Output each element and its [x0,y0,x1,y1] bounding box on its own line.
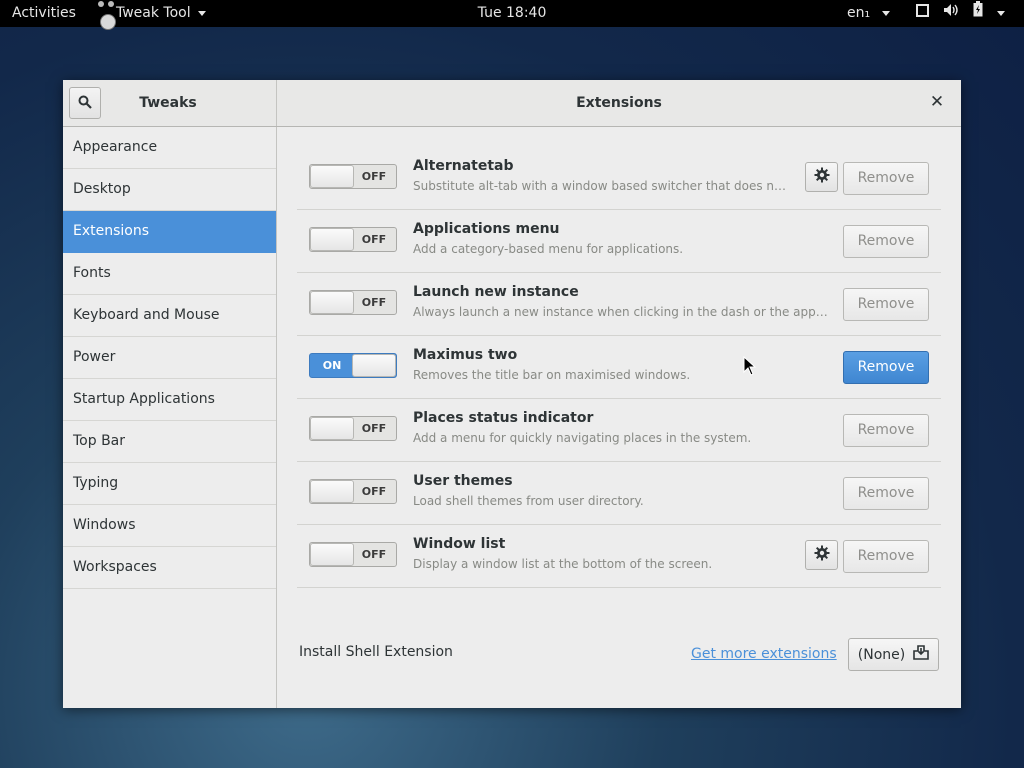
extension-row: OFF Places status indicator Add a menu f… [297,399,941,462]
install-extension-row: Install Shell Extension Get more extensi… [299,634,941,676]
toggle-state-label: OFF [361,548,387,561]
gear-icon [814,545,830,565]
remove-button[interactable]: Remove [843,414,929,447]
extension-description: Substitute alt-tab with a window based s… [413,179,793,193]
gear-icon [814,167,830,187]
extension-name: Launch new instance [413,284,579,300]
extension-description: Display a window list at the bottom of t… [413,557,713,571]
page-title: Extensions [576,95,662,111]
extension-description: Add a menu for quickly navigating places… [413,431,752,445]
battery-icon [973,0,983,27]
search-button[interactable] [69,87,101,119]
toggle-state-label: OFF [361,170,387,183]
sidebar-item-windows[interactable]: Windows [63,505,276,547]
extension-row: OFF Launch new instance Always launch a … [297,273,941,336]
chevron-down-icon [881,10,890,16]
extension-settings-button[interactable] [805,162,838,192]
extension-name: Window list [413,536,506,552]
document-open-icon [913,645,930,664]
toggle-state-label: OFF [361,422,387,435]
sidebar-item-typing[interactable]: Typing [63,463,276,505]
chevron-down-icon [997,11,1005,16]
extension-toggle[interactable]: OFF [309,542,397,567]
get-more-extensions-link[interactable]: Get more extensions [691,646,837,662]
system-menu[interactable] [916,0,1005,27]
close-icon: ✕ [929,92,945,112]
extension-description: Load shell themes from user directory. [413,494,644,508]
toggle-state-label: OFF [361,296,387,309]
remove-button[interactable]: Remove [843,351,929,384]
remove-button[interactable]: Remove [843,540,929,573]
sidebar-item-desktop[interactable]: Desktop [63,169,276,211]
extension-toggle[interactable]: OFF [309,416,397,441]
sidebar-item-power[interactable]: Power [63,337,276,379]
remove-button[interactable]: Remove [843,288,929,321]
toggle-knob [310,291,354,314]
remove-button[interactable]: Remove [843,225,929,258]
toggle-state-label: ON [322,359,342,372]
sidebar-header: Tweaks [63,80,277,126]
toggle-state-label: OFF [361,485,387,498]
input-source-label: en₁ [847,5,871,21]
extensions-panel: OFF Alternatetab Substitute alt-tab with… [277,127,961,708]
remove-button[interactable]: Remove [843,477,929,510]
extension-row: OFF Window list Display a window list at… [297,525,941,588]
extension-toggle[interactable]: ON [309,353,397,378]
sidebar-item-appearance[interactable]: Appearance [63,127,276,169]
file-chooser-label: (None) [857,646,906,663]
header-bar: Tweaks Extensions ✕ [63,80,961,127]
extension-toggle[interactable]: OFF [309,227,397,252]
extension-description: Always launch a new instance when clicki… [413,305,828,319]
sidebar: Appearance Desktop Extensions Fonts Keyb… [63,127,277,708]
sidebar-item-top-bar[interactable]: Top Bar [63,421,276,463]
sidebar-item-startup-applications[interactable]: Startup Applications [63,379,276,421]
extension-row: ON Maximus two Removes the title bar on … [297,336,941,399]
tweak-tool-window: Tweaks Extensions ✕ Appearance Desktop E… [63,80,961,708]
extension-name: Places status indicator [413,410,594,426]
sidebar-item-keyboard-and-mouse[interactable]: Keyboard and Mouse [63,295,276,337]
extension-row: OFF Applications menu Add a category-bas… [297,210,941,273]
search-icon [78,94,92,113]
extension-description: Removes the title bar on maximised windo… [413,368,691,382]
toggle-knob [310,165,354,188]
extension-name: Alternatetab [413,158,514,174]
extension-toggle[interactable]: OFF [309,290,397,315]
extension-name: Applications menu [413,221,560,237]
extension-row: OFF Alternatetab Substitute alt-tab with… [297,147,941,210]
display-icon [916,0,929,27]
sidebar-item-extensions[interactable]: Extensions [63,211,276,253]
toggle-knob [310,543,354,566]
install-extension-label: Install Shell Extension [299,644,453,660]
extension-file-chooser[interactable]: (None) [848,638,939,671]
extension-list: OFF Alternatetab Substitute alt-tab with… [297,147,941,588]
toggle-knob [310,417,354,440]
extension-description: Add a category-based menu for applicatio… [413,242,684,256]
toggle-state-label: OFF [361,233,387,246]
toggle-knob [310,228,354,251]
extension-name: Maximus two [413,347,518,363]
sidebar-item-workspaces[interactable]: Workspaces [63,547,276,589]
extension-row: OFF User themes Load shell themes from u… [297,462,941,525]
extension-toggle[interactable]: OFF [309,164,397,189]
mouse-pointer-icon [743,355,757,376]
input-source-menu[interactable]: en₁ [847,0,890,27]
top-bar: Activities Tweak Tool Tue 18:40 en₁ [0,0,1024,30]
close-button[interactable]: ✕ [927,92,947,112]
sidebar-title: Tweaks [139,95,197,111]
sidebar-item-fonts[interactable]: Fonts [63,253,276,295]
toggle-knob [352,354,396,377]
extension-toggle[interactable]: OFF [309,479,397,504]
remove-button[interactable]: Remove [843,162,929,195]
extension-name: User themes [413,473,513,489]
volume-icon [943,0,959,27]
toggle-knob [310,480,354,503]
extension-settings-button[interactable] [805,540,838,570]
